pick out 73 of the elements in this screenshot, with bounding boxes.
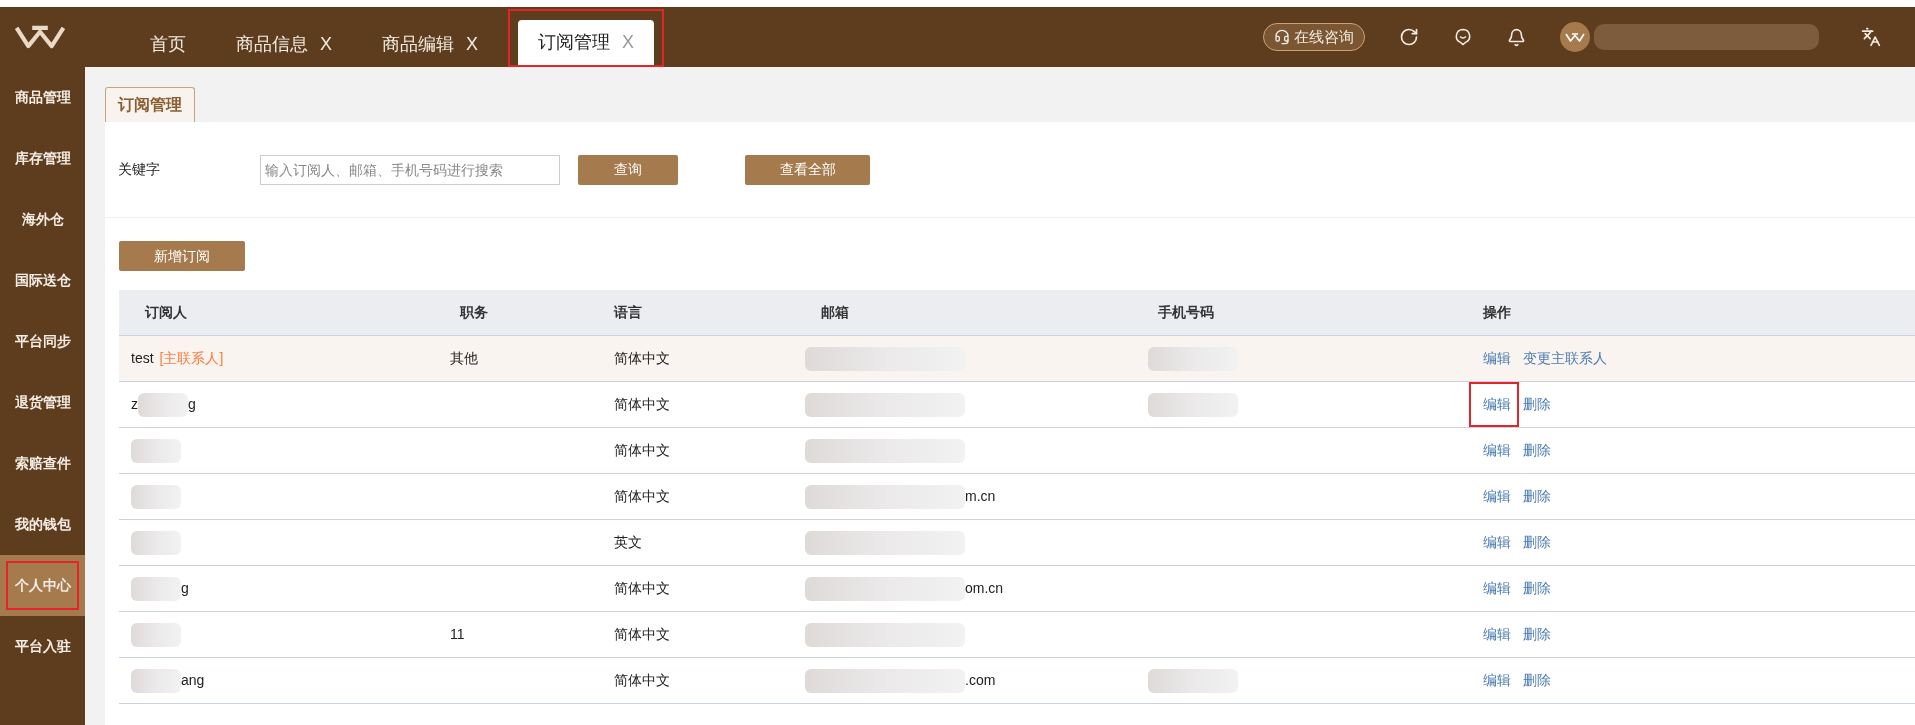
table-cell-text: test	[131, 349, 154, 368]
bell-icon[interactable]	[1507, 27, 1526, 47]
table-cell: 简体中文	[614, 626, 670, 642]
table-cell: 简体中文	[614, 442, 670, 458]
partial-text: z	[131, 395, 138, 414]
table-cell: 简体中文	[614, 488, 670, 504]
partial-text: m.cn	[965, 487, 996, 506]
refresh-icon[interactable]	[1399, 27, 1419, 47]
sidebar-item[interactable]: 个人中心	[0, 555, 85, 616]
column-header: 邮箱	[821, 304, 849, 320]
action-link[interactable]: 编辑	[1483, 672, 1511, 688]
action-link[interactable]: 删除	[1523, 672, 1551, 688]
table-cell: 其他	[450, 350, 478, 366]
page-tab[interactable]: 订阅管理	[105, 87, 195, 122]
sidebar-item[interactable]: 国际送仓	[0, 250, 85, 311]
column-header: 操作	[1483, 304, 1511, 320]
tab-close[interactable]: X	[320, 31, 332, 58]
table-cell: 简体中文	[614, 580, 670, 596]
tab-close[interactable]: X	[466, 31, 479, 58]
avatar[interactable]	[1560, 22, 1590, 52]
sidebar-item[interactable]: 我的钱包	[0, 494, 85, 555]
tab[interactable]: 商品编辑 X	[362, 22, 499, 67]
action-link[interactable]: 编辑	[1483, 626, 1511, 642]
search-field[interactable]: 输入订阅人、邮箱、手机号码进行搜索	[260, 154, 560, 185]
action-link[interactable]: 编辑	[1483, 350, 1511, 366]
partial-text: ang	[181, 671, 205, 690]
sidebar-item[interactable]: 平台同步	[0, 311, 85, 372]
partial-text: om.cn	[965, 579, 1004, 598]
add-subscription-button[interactable]: 新增订阅	[119, 241, 245, 271]
sidebar-item[interactable]: 库存管理	[0, 128, 85, 189]
table-cell: 英文	[614, 534, 642, 550]
sidebar-item[interactable]: 商品管理	[0, 67, 85, 128]
consult-button[interactable]: 在线咨询	[1263, 23, 1365, 51]
action-link[interactable]: 编辑	[1483, 580, 1511, 596]
logo-icon	[14, 24, 66, 50]
sidebar-item[interactable]: 海外仓	[0, 189, 85, 250]
table-cell: 简体中文	[614, 396, 670, 412]
tab[interactable]: 订阅管理 X	[518, 20, 655, 65]
column-header: 订阅人	[145, 304, 187, 320]
action-link[interactable]: 变更主联系人	[1523, 350, 1607, 366]
action-link[interactable]: 删除	[1523, 580, 1551, 596]
action-link[interactable]: 编辑	[1483, 534, 1511, 550]
action-link[interactable]: 编辑	[1483, 396, 1511, 412]
tab[interactable]: 首页	[130, 22, 206, 67]
action-link[interactable]: 删除	[1523, 534, 1551, 550]
headset-icon	[1274, 29, 1290, 45]
contact-tag: [主联系人]	[159, 348, 224, 369]
column-header: 语言	[614, 304, 642, 320]
table-cell: 简体中文	[614, 672, 670, 688]
partial-text: g	[181, 579, 189, 598]
show-all-button[interactable]: 查看全部	[745, 154, 870, 185]
action-link[interactable]: 删除	[1523, 396, 1551, 412]
tab[interactable]: 商品信息 X	[216, 22, 352, 67]
sidebar-item[interactable]: 索赔查件	[0, 433, 85, 494]
sidebar-item[interactable]: 平台入驻	[0, 616, 85, 677]
table-cell: 11	[450, 626, 465, 642]
action-link[interactable]: 删除	[1523, 626, 1551, 642]
action-link[interactable]: 编辑	[1483, 442, 1511, 458]
sidebar-item[interactable]: 退货管理	[0, 372, 85, 433]
partial-text: g	[188, 395, 196, 414]
smile-bubble-icon[interactable]	[1453, 27, 1473, 47]
query-button[interactable]: 查询	[578, 154, 678, 185]
tab-close[interactable]: X	[622, 29, 635, 56]
column-header: 手机号码	[1158, 304, 1214, 320]
action-link[interactable]: 编辑	[1483, 488, 1511, 504]
action-link[interactable]: 删除	[1523, 488, 1551, 504]
keyword-label: 关键字	[118, 160, 161, 179]
translate-icon[interactable]	[1861, 27, 1881, 47]
partial-text: .com	[965, 671, 996, 690]
action-link[interactable]: 删除	[1523, 442, 1551, 458]
logo-icon	[1565, 31, 1585, 43]
column-header: 职务	[460, 304, 488, 320]
table-cell: 简体中文	[614, 350, 670, 366]
